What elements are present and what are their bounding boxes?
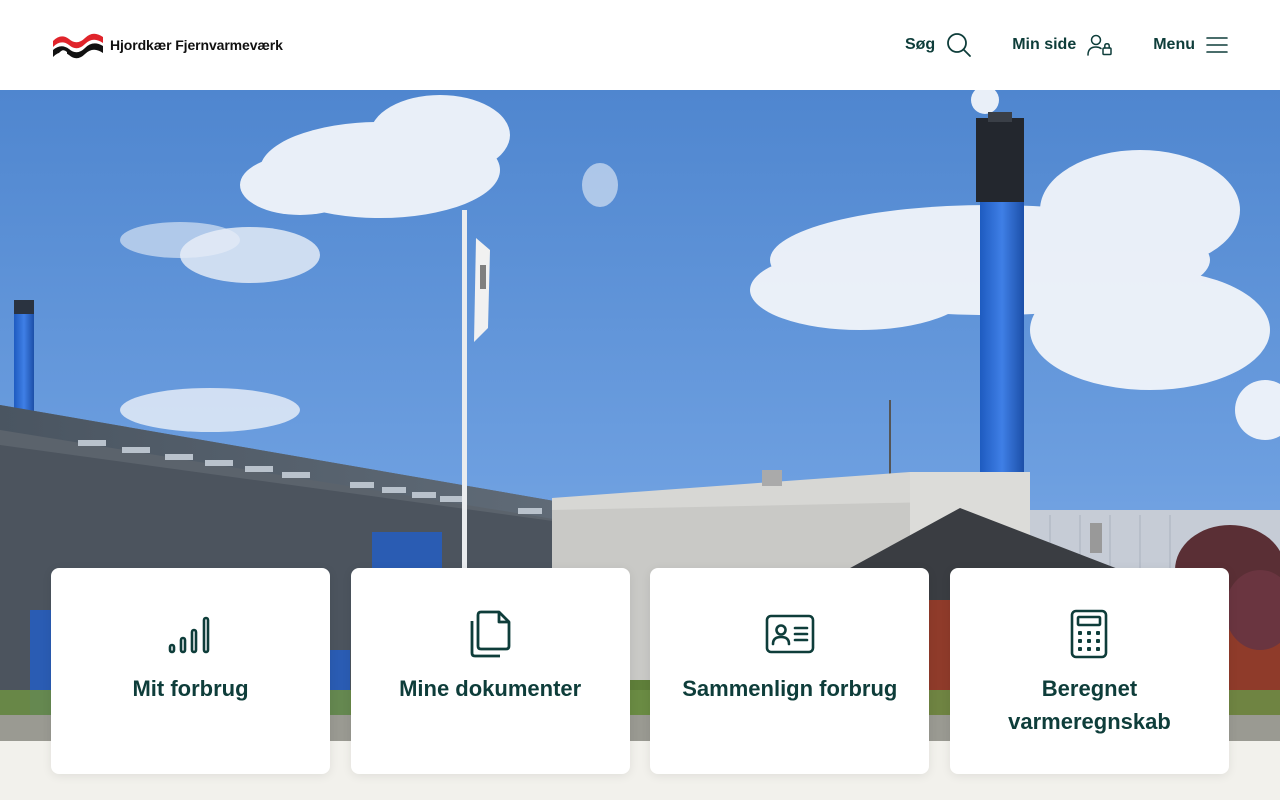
card-my-consumption[interactable]: Mit forbrug [51, 568, 330, 774]
card-title: Sammenlign forbrug [682, 676, 898, 701]
search-icon [947, 33, 972, 57]
card-title: Beregnet varmeregnskab [1008, 676, 1171, 734]
logo-mark-icon [53, 33, 103, 59]
card-title: Mine dokumenter [399, 676, 582, 701]
id-card-icon [764, 608, 816, 660]
card-heat-statement[interactable]: Beregnet varmeregnskab [949, 568, 1229, 774]
header-nav: Søg Min side Menu [905, 0, 1228, 90]
search-label: Søg [904, 36, 936, 53]
my-page-label: Min side [1012, 36, 1077, 53]
user-lock-icon [1087, 34, 1112, 56]
calculator-icon [1063, 608, 1115, 660]
site-logo[interactable]: Hjordkær Fjernvarmeværk [51, 31, 283, 59]
card-compare-consumption[interactable]: Sammenlign forbrug [650, 568, 930, 774]
quicklink-cards: Mit forbrug Mine dokumenter Sammenlign f… [51, 568, 1229, 774]
site-header: Hjordkær Fjernvarmeværk Søg Min side Men… [0, 0, 1280, 90]
hamburger-icon [1206, 37, 1228, 53]
menu-button[interactable]: Menu [1153, 36, 1228, 54]
card-title: Mit forbrug [132, 676, 249, 701]
signal-bars-icon [165, 608, 217, 660]
documents-icon [464, 608, 516, 660]
logo-text: Hjordkær Fjernvarmeværk [110, 37, 283, 53]
search-button[interactable]: Søg [905, 32, 972, 58]
card-my-documents[interactable]: Mine dokumenter [350, 568, 630, 774]
menu-label: Menu [1153, 36, 1195, 53]
my-page-button[interactable]: Min side [1012, 34, 1113, 56]
